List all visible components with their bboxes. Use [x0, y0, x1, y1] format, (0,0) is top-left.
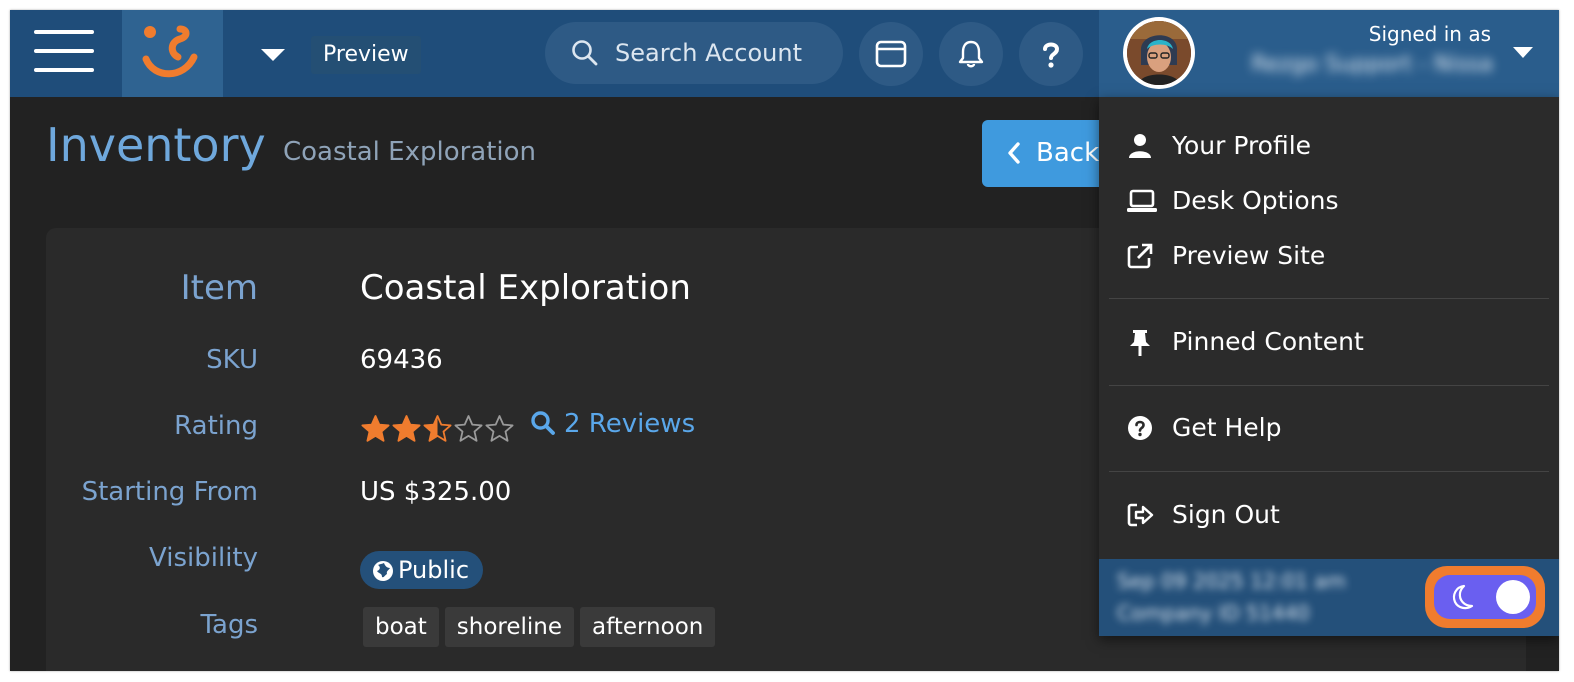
- menu-item-pinned-content[interactable]: Pinned Content: [1099, 317, 1559, 367]
- sku-value: 69436: [360, 345, 443, 375]
- toggle-knob: [1496, 580, 1530, 614]
- dark-mode-toggle[interactable]: [1434, 575, 1536, 619]
- search-input[interactable]: Search Account: [545, 22, 843, 84]
- globe-icon: [373, 561, 393, 581]
- browser-window-icon: [875, 40, 907, 68]
- logo-icon: [142, 25, 198, 78]
- hamburger-menu-icon[interactable]: [34, 28, 94, 76]
- star-full-icon: [361, 415, 390, 442]
- avatar-photo-icon: [1127, 21, 1191, 85]
- visibility-badge: Public: [360, 551, 484, 589]
- signed-in-name: Rezgo Support - Nissa: [1251, 52, 1493, 77]
- search-icon: [531, 411, 555, 435]
- reviews-link[interactable]: 2 Reviews: [530, 409, 695, 439]
- star-half-icon: [423, 415, 452, 442]
- search-placeholder: Search Account: [615, 39, 802, 67]
- page-subtitle: Coastal Exploration: [283, 137, 537, 167]
- menu-item-label: Sign Out: [1172, 500, 1280, 529]
- tag-list: boat shoreline afternoon: [363, 607, 721, 647]
- sign-out-icon: [1127, 503, 1154, 527]
- visibility-label: Visibility: [149, 543, 258, 573]
- menu-item-label: Preview Site: [1172, 241, 1326, 270]
- rating-label: Rating: [174, 411, 258, 441]
- app-window: Preview Search Account Signed in as Rezg…: [10, 10, 1559, 671]
- menu-item-label: Desk Options: [1172, 186, 1339, 215]
- price-value: US $325.00: [360, 477, 512, 507]
- external-link-icon: [1127, 243, 1153, 269]
- menu-item-desk-options[interactable]: Desk Options: [1099, 176, 1559, 226]
- menu-item-label: Pinned Content: [1172, 327, 1364, 356]
- preview-button[interactable]: Preview: [311, 36, 421, 74]
- starting-from-label: Starting From: [81, 477, 258, 507]
- page-title: Inventory: [46, 118, 266, 172]
- chevron-down-icon: [1513, 47, 1533, 58]
- help-button[interactable]: [1019, 22, 1083, 86]
- menu-divider: [1109, 471, 1549, 472]
- star-empty-icon: [454, 415, 483, 442]
- avatar: [1123, 17, 1195, 89]
- sku-label: SKU: [206, 345, 258, 375]
- rating-stars: [360, 414, 515, 449]
- back-button-label: Back: [1036, 138, 1100, 168]
- item-label: Item: [180, 268, 258, 308]
- star-full-icon: [392, 415, 421, 442]
- tags-label: Tags: [200, 610, 258, 640]
- notifications-button[interactable]: [939, 22, 1003, 86]
- menu-item-your-profile[interactable]: Your Profile: [1099, 121, 1559, 171]
- menu-footer: Sep 09 2025 12:01 am Company ID 51440: [1099, 559, 1559, 636]
- menu-divider: [1109, 298, 1549, 299]
- menu-item-label: Your Profile: [1172, 131, 1312, 160]
- visibility-value: Public: [398, 556, 470, 584]
- pin-icon: [1130, 330, 1150, 356]
- top-bar: Preview Search Account Signed in as Rezg…: [10, 10, 1559, 97]
- menu-item-preview-site[interactable]: Preview Site: [1099, 231, 1559, 281]
- footer-company-id: Company ID 51440: [1117, 601, 1310, 625]
- tag[interactable]: afternoon: [580, 607, 716, 647]
- laptop-icon: [1127, 189, 1157, 212]
- tag[interactable]: shoreline: [444, 607, 575, 647]
- question-mark-icon: [1043, 42, 1060, 68]
- user-dropdown-menu: Your Profile Desk Options Preview Site P…: [1099, 97, 1559, 636]
- footer-timestamp: Sep 09 2025 12:01 am: [1117, 569, 1346, 593]
- preview-dropdown-caret-icon[interactable]: [261, 49, 285, 61]
- item-name: Coastal Exploration: [360, 268, 691, 308]
- menu-item-sign-out[interactable]: Sign Out: [1099, 490, 1559, 540]
- tag[interactable]: boat: [363, 607, 439, 647]
- signed-in-label: Signed in as: [1368, 22, 1491, 46]
- user-menu-toggle[interactable]: Signed in as Rezgo Support - Nissa: [1099, 10, 1559, 97]
- reviews-label: 2 Reviews: [564, 409, 696, 439]
- menu-divider: [1109, 385, 1549, 386]
- user-icon: [1129, 134, 1151, 158]
- star-empty-icon: [485, 415, 514, 442]
- search-icon: [572, 40, 598, 66]
- moon-icon: [1452, 584, 1474, 610]
- bell-icon: [958, 40, 984, 68]
- menu-item-get-help[interactable]: Get Help: [1099, 403, 1559, 453]
- menu-item-label: Get Help: [1172, 413, 1282, 442]
- logo[interactable]: [122, 10, 223, 97]
- chevron-left-icon: [1008, 142, 1020, 164]
- dark-mode-highlight: [1425, 566, 1545, 628]
- window-button[interactable]: [859, 22, 923, 86]
- question-circle-icon: [1128, 416, 1152, 440]
